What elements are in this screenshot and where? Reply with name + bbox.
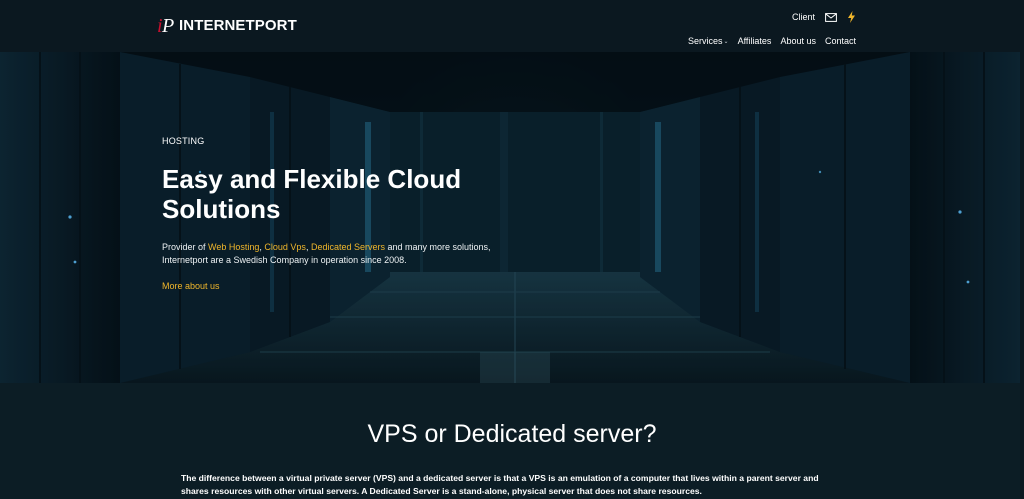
cloud-vps-link[interactable]: Cloud Vps [264,242,306,252]
lightning-bolt-icon[interactable] [847,11,856,23]
utility-bar: Client [792,9,856,25]
web-hosting-link[interactable]: Web Hosting [208,242,259,252]
scrollbar[interactable] [1020,0,1024,499]
hero-intro: Provider of Web Hosting, Cloud Vps, Dedi… [162,241,492,267]
hero-banner: HOSTING Easy and Flexible Cloud Solution… [0,52,1024,383]
nav-services[interactable]: Services⌄ [688,36,729,46]
site-logo[interactable]: i P INTERNETPORT [156,12,297,38]
nav-affiliates[interactable]: Affiliates [738,36,772,46]
section-title: VPS or Dedicated server? [367,420,657,448]
section-body: The difference between a virtual private… [181,473,819,496]
internetport-logo-mark: i P [157,15,174,37]
site-header: i P INTERNETPORT Client Services⌄ Affili… [0,0,1024,52]
chevron-down-icon: ⌄ [723,39,729,45]
dedicated-servers-link[interactable]: Dedicated Servers [311,242,385,252]
main-nav: Services⌄ Affiliates About us Contact [688,34,856,48]
nav-services-label: Services [688,36,723,46]
client-link[interactable]: Client [792,12,815,22]
intro-prefix: Provider of [162,242,209,252]
data-center-background-image [0,52,1024,383]
hero-headline: Easy and Flexible Cloud Solutions [162,164,462,224]
nav-contact[interactable]: Contact [825,36,856,46]
svg-text:P: P [161,15,174,37]
brand-name: INTERNETPORT [179,16,297,34]
mail-icon[interactable] [825,12,837,22]
nav-about[interactable]: About us [780,36,816,46]
more-about-us-link[interactable]: More about us [162,281,220,291]
hero-eyebrow: HOSTING [162,136,205,146]
